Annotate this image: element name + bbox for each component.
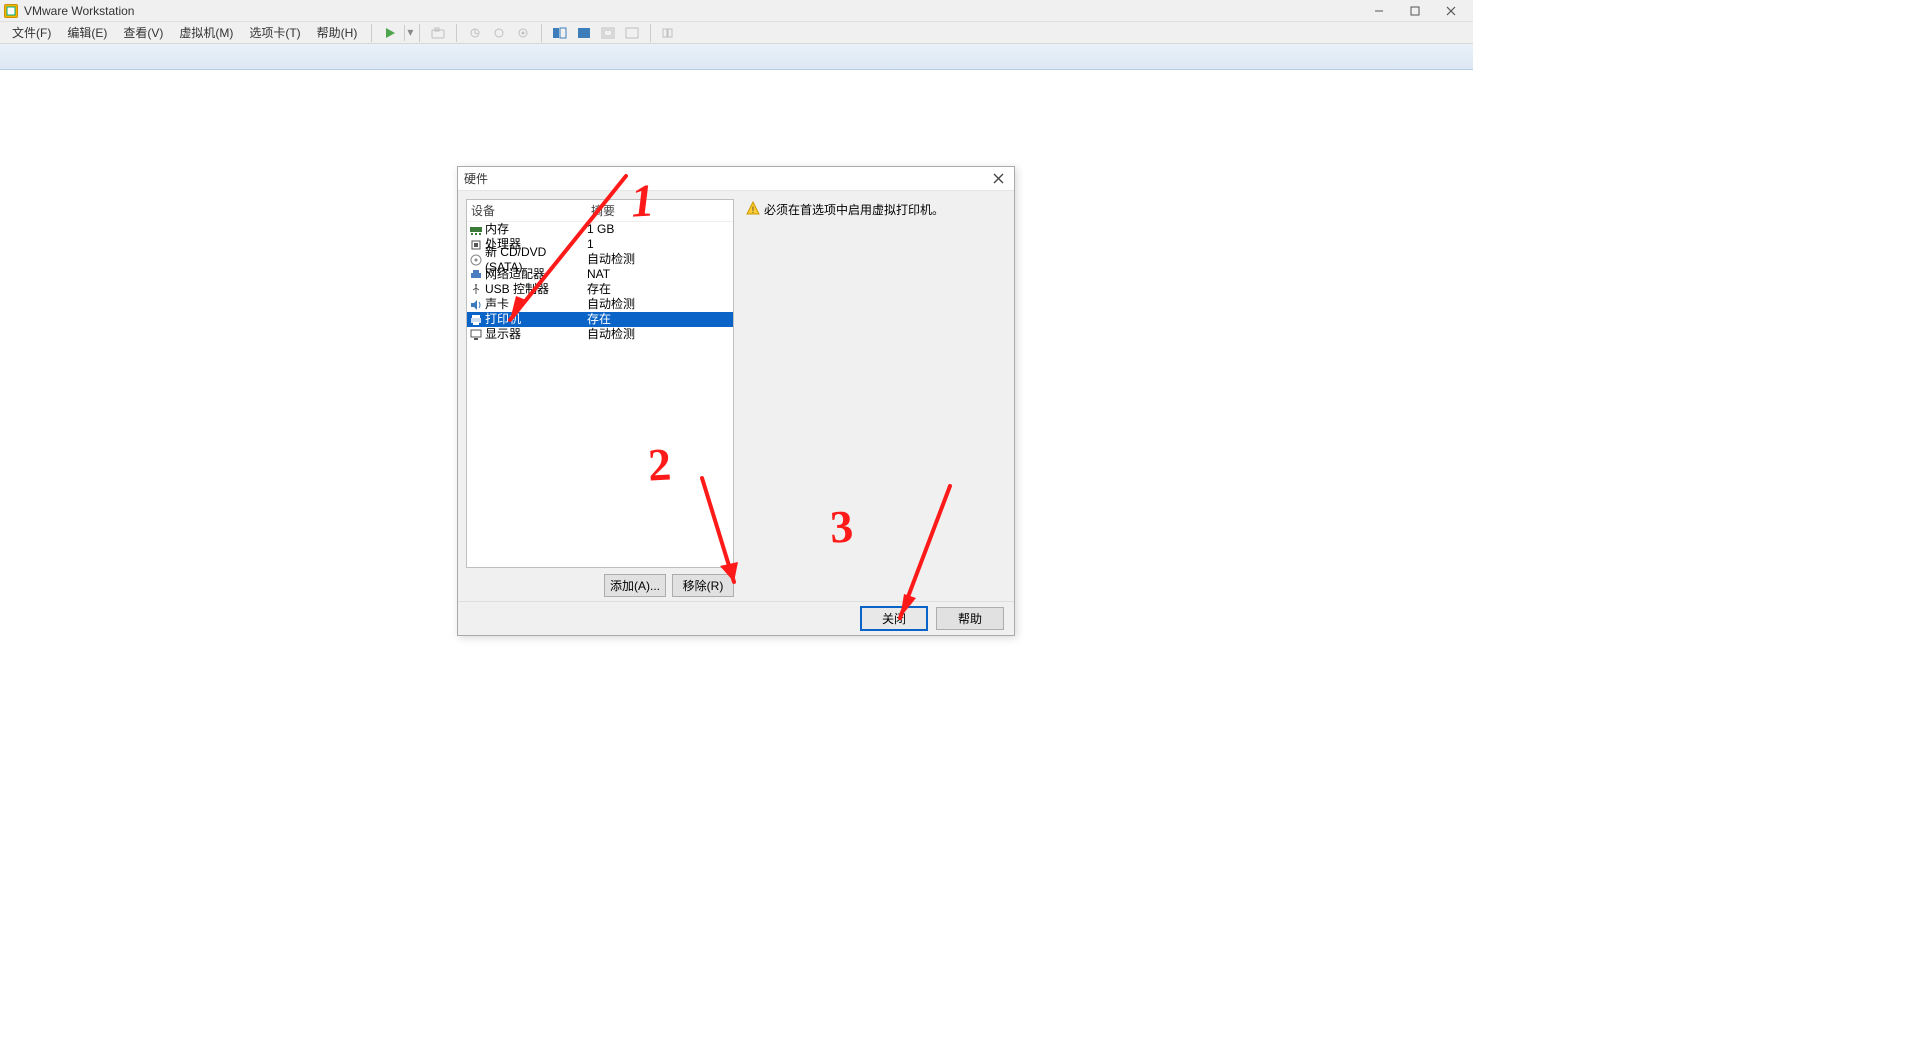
network-icon — [469, 269, 483, 281]
device-row-network[interactable]: 网络适配器 NAT — [467, 267, 733, 282]
minimize-button[interactable] — [1361, 0, 1397, 22]
svg-text:!: ! — [752, 205, 755, 215]
usb-icon — [469, 284, 483, 296]
menu-help[interactable]: 帮助(H) — [309, 22, 366, 43]
device-row-usb[interactable]: USB 控制器 存在 — [467, 282, 733, 297]
close-dialog-button[interactable]: 关闭 — [860, 606, 928, 631]
maximize-button[interactable] — [1397, 0, 1433, 22]
hardware-dialog: 硬件 设备 摘要 内存 1 GB 处理器 — [457, 166, 1015, 636]
device-row-display[interactable]: 显示器 自动检测 — [467, 327, 733, 342]
warning-icon: ! — [746, 201, 760, 215]
disc-icon — [469, 254, 483, 266]
device-name: 打印机 — [485, 312, 521, 327]
main-area: 硬件 设备 摘要 内存 1 GB 处理器 — [0, 70, 1473, 805]
play-icon[interactable] — [382, 25, 398, 41]
device-name: 显示器 — [485, 327, 521, 342]
device-summary: 自动检测 — [587, 297, 731, 312]
menubar: 文件(F) 编辑(E) 查看(V) 虚拟机(M) 选项卡(T) 帮助(H) ▾ — [0, 22, 1473, 44]
menu-view[interactable]: 查看(V) — [115, 22, 171, 43]
menu-tabs[interactable]: 选项卡(T) — [241, 22, 308, 43]
menu-vm[interactable]: 虚拟机(M) — [171, 22, 241, 43]
device-summary: 自动检测 — [587, 327, 731, 342]
device-summary: 存在 — [587, 282, 731, 297]
view-fullscreen-icon[interactable] — [576, 25, 592, 41]
library-icon[interactable] — [661, 25, 677, 41]
stretch-icon[interactable] — [624, 25, 640, 41]
device-summary: 存在 — [587, 312, 731, 327]
device-row-memory[interactable]: 内存 1 GB — [467, 222, 733, 237]
snap-take-icon[interactable] — [491, 25, 507, 41]
header-summary: 摘要 — [591, 202, 729, 219]
dialog-footer: 关闭 帮助 — [458, 601, 1014, 635]
device-list: 设备 摘要 内存 1 GB 处理器 1 新 CD/DVD (SATA) 自动检测 — [466, 199, 734, 568]
sound-icon — [469, 299, 483, 311]
device-row-printer[interactable]: 打印机 存在 — [467, 312, 733, 327]
display-icon — [469, 329, 483, 341]
revert-icon[interactable] — [467, 25, 483, 41]
device-summary: 1 — [587, 237, 731, 252]
remove-button[interactable]: 移除(R) — [672, 574, 734, 597]
device-summary: NAT — [587, 267, 731, 282]
titlebar: VMware Workstation — [0, 0, 1473, 22]
printer-icon — [469, 314, 483, 326]
dialog-close-button[interactable] — [988, 170, 1008, 188]
device-row-sound[interactable]: 声卡 自动检测 — [467, 297, 733, 312]
device-summary: 自动检测 — [587, 252, 731, 267]
device-name: 内存 — [485, 222, 509, 237]
tabstrip — [0, 44, 1473, 70]
header-device: 设备 — [471, 202, 591, 219]
app-icon — [4, 4, 18, 18]
add-button[interactable]: 添加(A)... — [604, 574, 666, 597]
device-name: USB 控制器 — [485, 282, 549, 297]
close-button[interactable] — [1433, 0, 1469, 22]
view-console-icon[interactable] — [552, 25, 568, 41]
unity-icon[interactable] — [600, 25, 616, 41]
snap-manage-icon[interactable] — [515, 25, 531, 41]
dialog-titlebar: 硬件 — [458, 167, 1014, 191]
play-dropdown-icon[interactable]: ▾ — [404, 25, 413, 41]
device-row-cddvd[interactable]: 新 CD/DVD (SATA) 自动检测 — [467, 252, 733, 267]
app-title: VMware Workstation — [24, 4, 134, 18]
menu-file[interactable]: 文件(F) — [4, 22, 59, 43]
memory-icon — [469, 224, 483, 236]
device-name: 声卡 — [485, 297, 509, 312]
device-summary: 1 GB — [587, 222, 731, 237]
snapshot-icon[interactable] — [430, 25, 446, 41]
dialog-title: 硬件 — [464, 170, 488, 187]
menu-edit[interactable]: 编辑(E) — [59, 22, 115, 43]
device-name: 网络适配器 — [485, 267, 545, 282]
help-button[interactable]: 帮助 — [936, 607, 1004, 630]
device-list-header: 设备 摘要 — [467, 200, 733, 222]
device-detail-panel: ! 必须在首选项中启用虚拟打印机。 — [742, 199, 1006, 597]
warning-text: 必须在首选项中启用虚拟打印机。 — [764, 201, 944, 218]
